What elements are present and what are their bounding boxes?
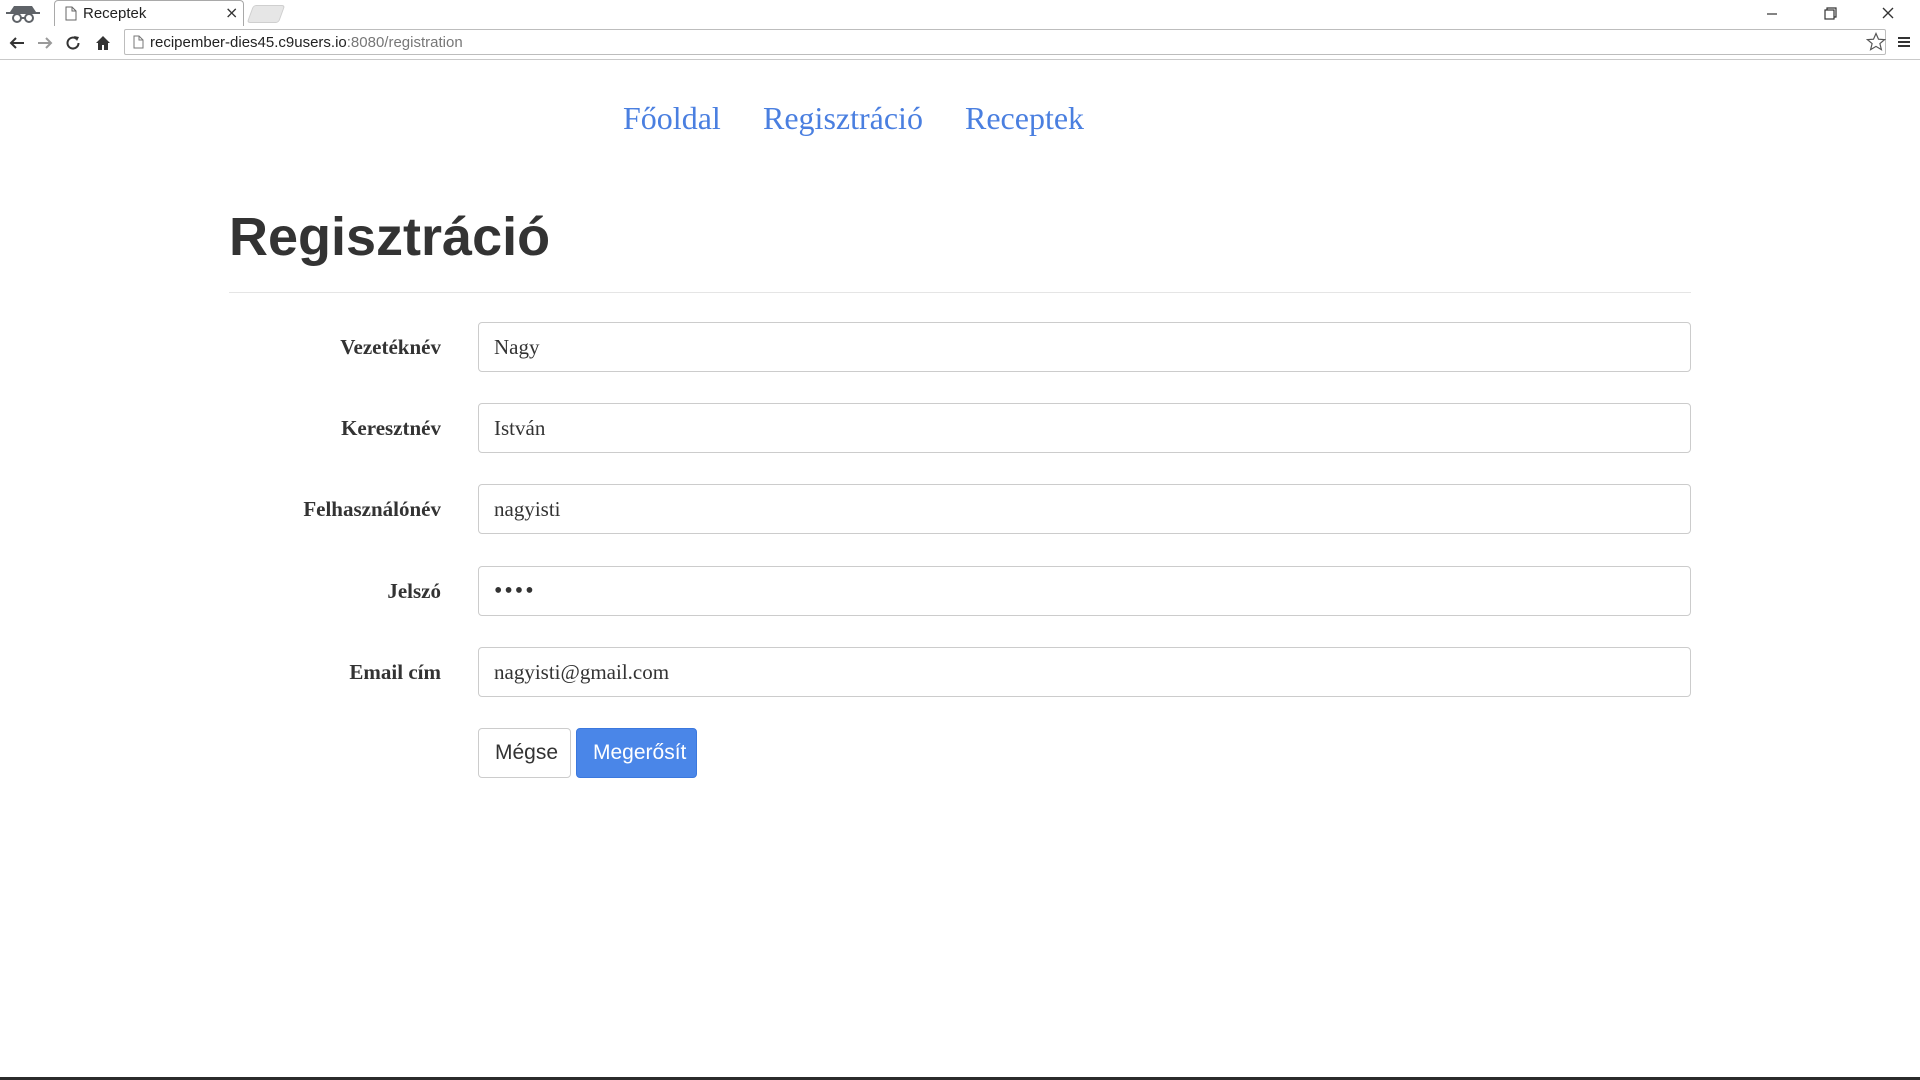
confirm-button[interactable]: Megerősít bbox=[576, 728, 697, 778]
last-name-input[interactable] bbox=[478, 322, 1691, 372]
new-tab-button[interactable] bbox=[246, 5, 286, 23]
address-bar[interactable]: recipember-dies45.c9users.io:8080/regist… bbox=[124, 29, 1886, 55]
form-row-first-name: Keresztnév bbox=[229, 403, 1691, 453]
minimize-icon[interactable] bbox=[1752, 2, 1792, 24]
page-title: Regisztráció bbox=[229, 207, 551, 267]
reload-icon[interactable] bbox=[64, 34, 82, 52]
back-arrow-icon[interactable] bbox=[8, 34, 26, 52]
nav-link-registration[interactable]: Regisztráció bbox=[763, 100, 923, 137]
title-divider bbox=[229, 292, 1691, 293]
menu-icon[interactable] bbox=[1896, 34, 1912, 50]
url-path: :8080/registration bbox=[346, 34, 463, 51]
form-row-email: Email cím bbox=[229, 647, 1691, 697]
password-label: Jelszó bbox=[387, 579, 441, 603]
nav-link-home[interactable]: Főoldal bbox=[623, 100, 721, 137]
close-window-icon[interactable] bbox=[1868, 2, 1908, 24]
forward-arrow-icon[interactable] bbox=[36, 34, 54, 52]
restore-icon[interactable] bbox=[1810, 2, 1850, 24]
page-icon bbox=[65, 6, 77, 21]
first-name-input[interactable] bbox=[478, 403, 1691, 453]
tab-title: Receptek bbox=[83, 5, 147, 22]
nav-link-recipes[interactable]: Receptek bbox=[965, 100, 1084, 137]
browser-tabstrip: Receptek × bbox=[0, 0, 1920, 26]
cancel-button[interactable]: Mégse bbox=[478, 728, 571, 778]
home-icon[interactable] bbox=[94, 34, 112, 52]
password-input[interactable] bbox=[478, 566, 1691, 616]
bookmark-star-icon[interactable] bbox=[1866, 32, 1886, 52]
url-host: recipember-dies45.c9users.io bbox=[150, 34, 347, 51]
url-text: recipember-dies45.c9users.io:8080/regist… bbox=[150, 34, 463, 51]
last-name-label: Vezetéknév bbox=[340, 335, 441, 359]
browser-toolbar: recipember-dies45.c9users.io:8080/regist… bbox=[0, 26, 1920, 60]
username-label: Felhasználónév bbox=[303, 497, 441, 521]
form-row-password: Jelszó bbox=[229, 566, 1691, 616]
email-input[interactable] bbox=[478, 647, 1691, 697]
username-input[interactable] bbox=[478, 484, 1691, 534]
form-row-last-name: Vezetéknév bbox=[229, 322, 1691, 372]
incognito-icon bbox=[6, 6, 40, 23]
browser-tab[interactable]: Receptek × bbox=[54, 0, 244, 26]
page-icon bbox=[133, 35, 144, 49]
tab-close-icon[interactable]: × bbox=[225, 4, 238, 22]
email-label: Email cím bbox=[349, 660, 441, 684]
form-row-username: Felhasználónév bbox=[229, 484, 1691, 534]
first-name-label: Keresztnév bbox=[341, 416, 441, 440]
